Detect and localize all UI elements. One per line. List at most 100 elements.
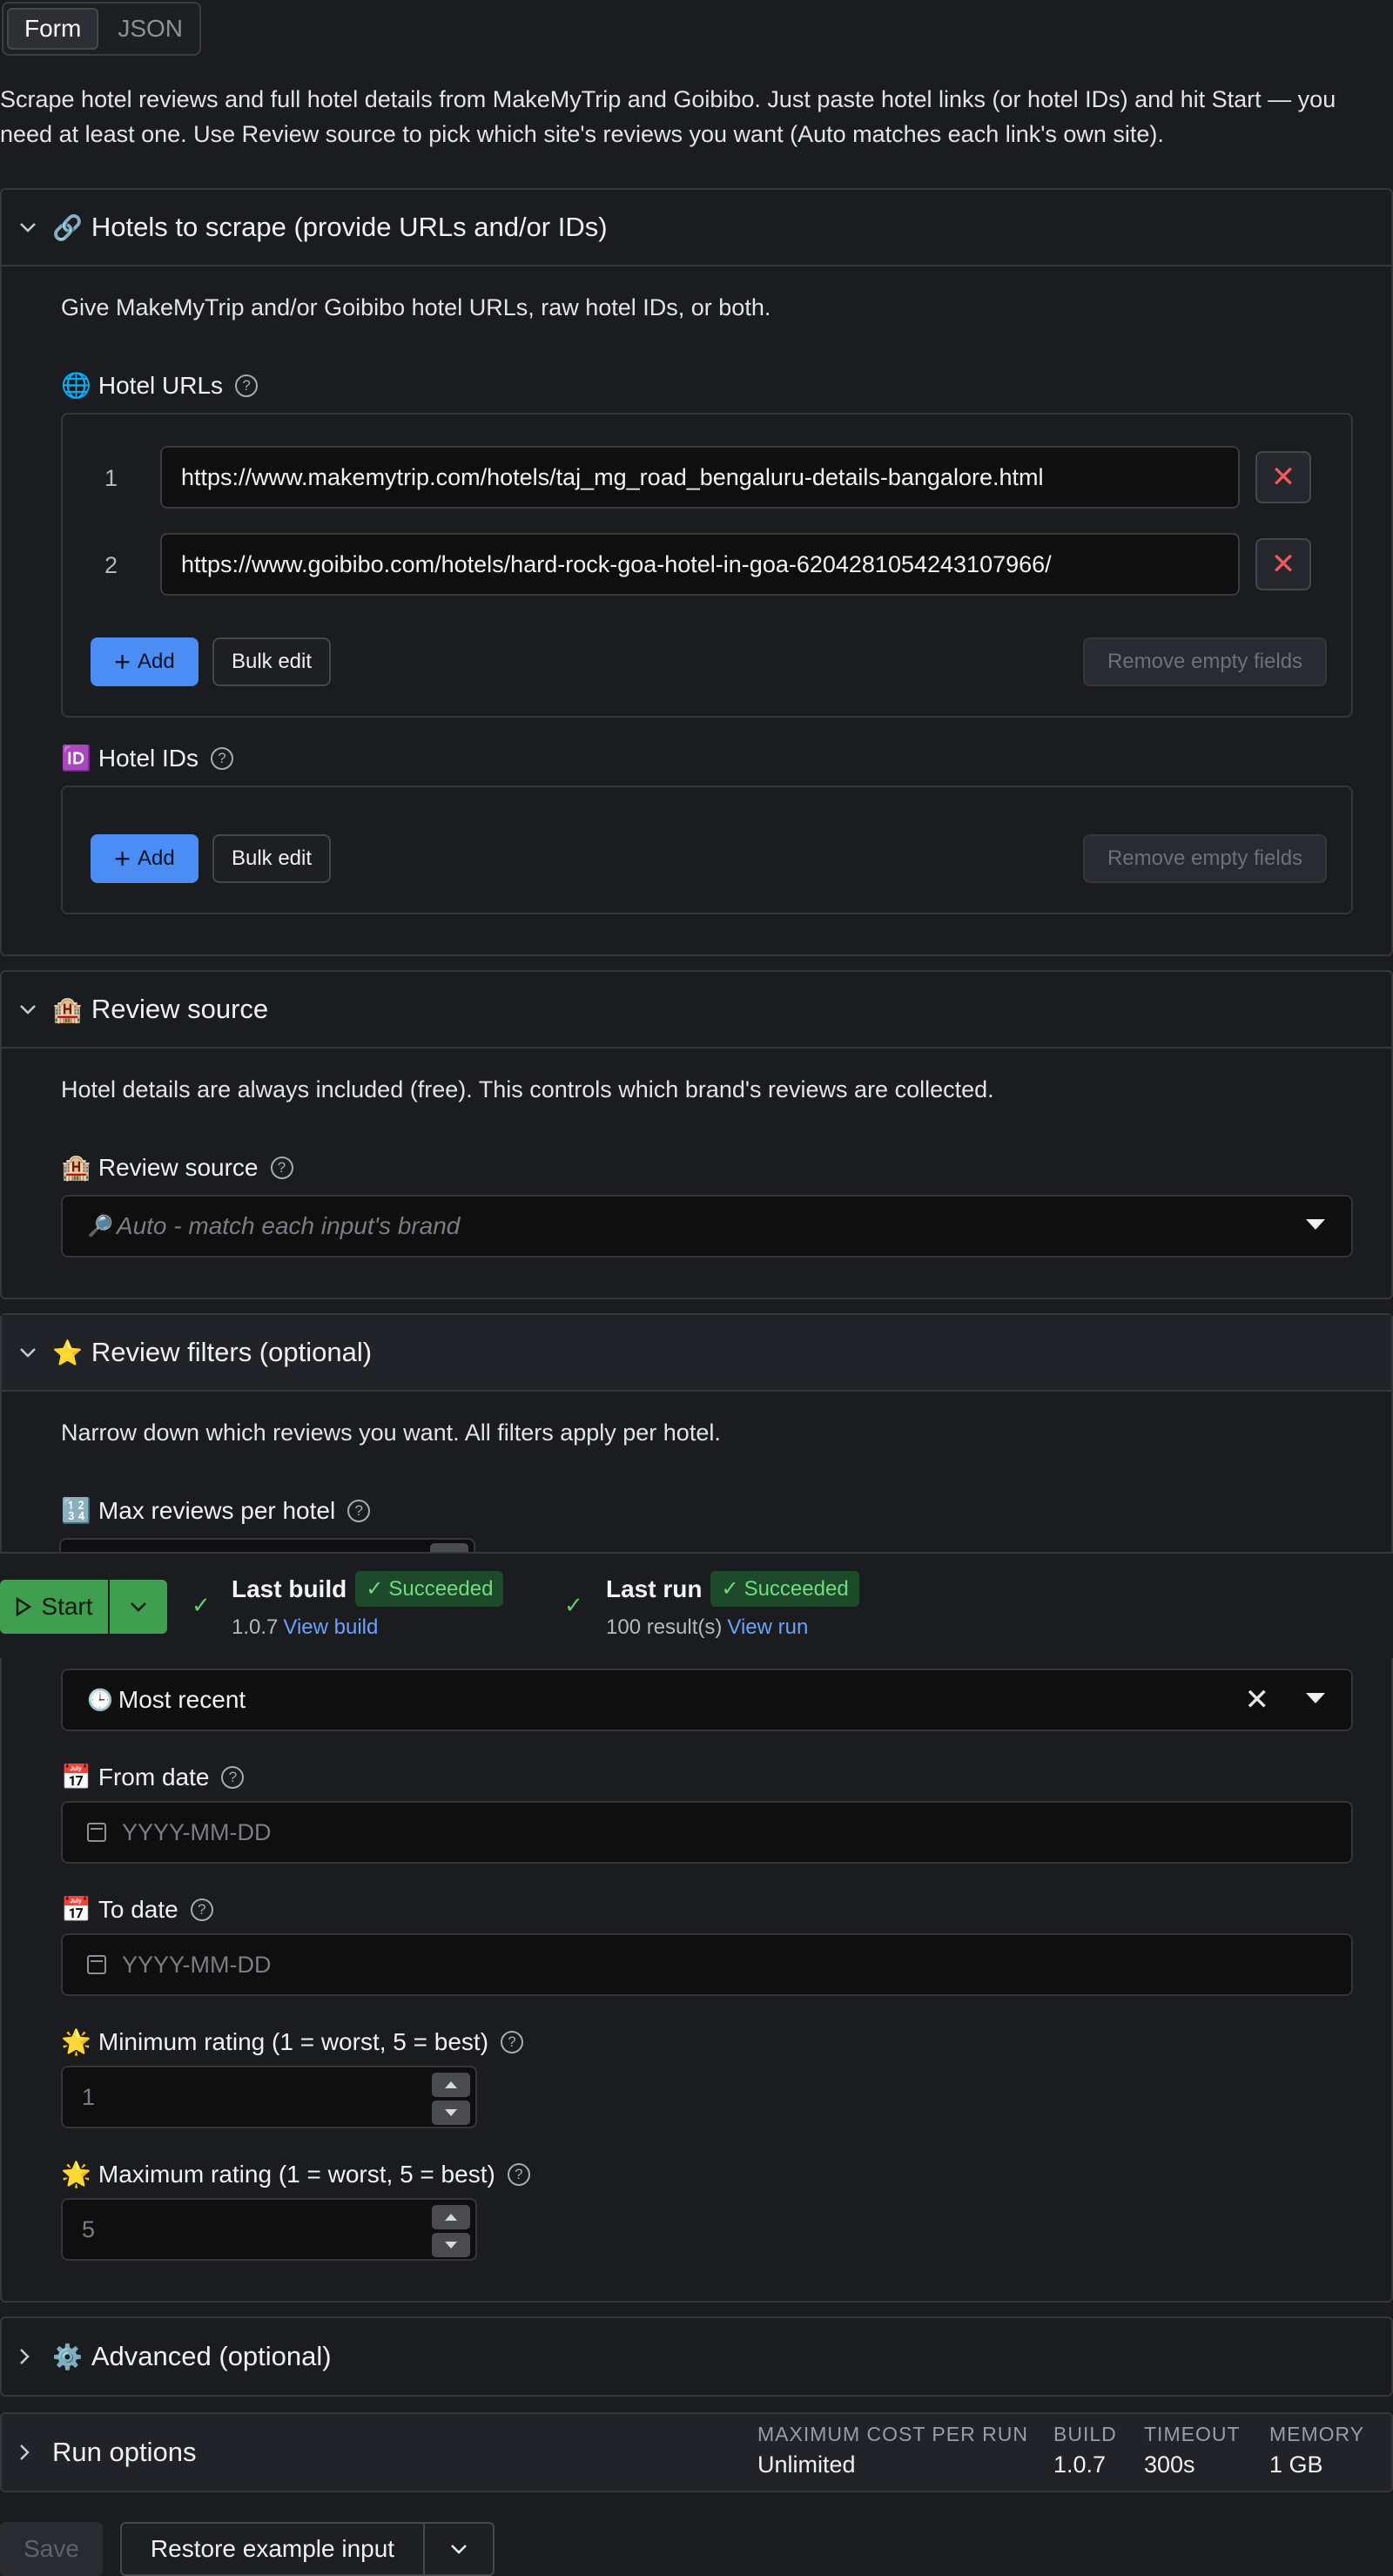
numbers-icon: 🔢 [61, 1497, 91, 1524]
star-icon: ⭐ [52, 1339, 83, 1366]
last-run-detail: 100 result(s) View run [606, 1615, 859, 1640]
sort-select[interactable]: 🕒 Most recent ✕ [61, 1669, 1353, 1731]
from-date-placeholder: YYYY-MM-DD [122, 1818, 272, 1845]
tab-json[interactable]: JSON [102, 8, 199, 50]
section-description: Narrow down which reviews you want. All … [61, 1419, 721, 1446]
gear-icon: ⚙️ [52, 2343, 83, 2370]
caret-up-icon [445, 2081, 457, 2088]
help-icon[interactable]: ? [347, 1499, 371, 1522]
section-review-filters-header[interactable]: ⭐ Review filters (optional) [2, 1315, 1391, 1392]
restore-example-button[interactable]: Restore example input [120, 2522, 425, 2576]
last-build-status: Last build ✓ Succeeded 1.0.7 View build [232, 1571, 504, 1640]
clear-icon[interactable]: ✕ [1245, 1682, 1270, 1717]
build-version: 1.0.7 [232, 1615, 279, 1639]
add-id-button-label: Add [137, 846, 175, 870]
row-index: 2 [104, 552, 118, 578]
add-id-button[interactable]: + Add [91, 834, 199, 883]
tab-form[interactable]: Form [7, 8, 99, 50]
add-url-button-label: Add [137, 650, 175, 673]
hotel-urls-label-text: Hotel URLs [98, 371, 224, 399]
row-index: 1 [104, 465, 118, 491]
meta-value: 300s [1144, 2451, 1195, 2478]
caret-down-icon [1306, 1219, 1325, 1230]
run-option-build: BUILD 1.0.7 [1053, 2423, 1117, 2478]
caret-down-icon [1306, 1693, 1325, 1703]
review-source-select[interactable]: 🔎 Auto - match each input's brand [61, 1195, 1353, 1258]
view-mode-tabs: Form JSON [2, 2, 201, 56]
close-icon: ✕ [1270, 461, 1296, 494]
bulk-edit-ids-button[interactable]: Bulk edit [212, 834, 331, 883]
meta-label: TIMEOUT [1144, 2423, 1241, 2445]
to-date-input[interactable]: YYYY-MM-DD [61, 1933, 1353, 1996]
play-icon [17, 1597, 32, 1616]
section-run-options: Run options MAXIMUM COST PER RUN Unlimit… [0, 2412, 1393, 2492]
add-url-button[interactable]: + Add [91, 637, 199, 686]
globe-icon: 🌐 [61, 372, 91, 399]
section-review-source-header[interactable]: 🏨 Review source [2, 972, 1391, 1049]
run-results-count: 100 result(s) [606, 1615, 723, 1639]
help-icon[interactable]: ? [221, 1765, 245, 1789]
run-option-cost: MAXIMUM COST PER RUN Unlimited [757, 2423, 1028, 2478]
help-icon[interactable]: ? [507, 2162, 530, 2186]
decrement-button[interactable] [432, 2233, 470, 2257]
chevron-down-icon [19, 1004, 40, 1015]
run-option-memory: MEMORY 1 GB [1269, 2423, 1364, 2478]
run-option-timeout: TIMEOUT 300s [1144, 2423, 1241, 2478]
last-run-title-text: Last run [606, 1575, 703, 1602]
start-options-button[interactable] [110, 1580, 167, 1634]
remove-empty-ids-button[interactable]: Remove empty fields [1083, 834, 1327, 883]
remove-url-button[interactable]: ✕ [1255, 538, 1311, 590]
calendar-icon [87, 1955, 106, 1974]
help-icon[interactable]: ? [270, 1156, 293, 1179]
max-rating-placeholder: 5 [82, 2215, 96, 2242]
check-icon: ✓ [564, 1592, 583, 1618]
last-run-title: Last run ✓ Succeeded [606, 1571, 859, 1607]
search-icon: 🔎 [87, 1214, 113, 1238]
meta-label: BUILD [1053, 2423, 1117, 2445]
section-title-text: Advanced (optional) [91, 2341, 332, 2371]
from-date-label-text: From date [98, 1763, 210, 1790]
restore-example-label: Restore example input [150, 2535, 395, 2562]
max-rating-label: 🌟 Maximum rating (1 = worst, 5 = best) ? [61, 2160, 530, 2188]
help-icon[interactable]: ? [235, 374, 259, 397]
hotel-icon: 🏨 [52, 995, 83, 1023]
section-title-text: Hotels to scrape (provide URLs and/or ID… [91, 212, 608, 242]
meta-value: 1 GB [1269, 2451, 1323, 2478]
restore-options-button[interactable] [423, 2522, 495, 2576]
hotel-icon: 🏨 [61, 1154, 91, 1181]
hotel-url-input[interactable]: https://www.goibibo.com/hotels/hard-rock… [160, 533, 1240, 596]
help-icon[interactable]: ? [211, 746, 234, 770]
decrement-button[interactable] [432, 2101, 470, 2125]
section-description: Give MakeMyTrip and/or Goibibo hotel URL… [61, 294, 771, 320]
from-date-input[interactable]: YYYY-MM-DD [61, 1801, 1353, 1864]
min-rating-label: 🌟 Minimum rating (1 = worst, 5 = best) ? [61, 2027, 524, 2056]
view-run-link[interactable]: View run [727, 1615, 808, 1639]
to-date-label-text: To date [98, 1895, 178, 1923]
increment-button[interactable] [432, 2073, 470, 2097]
help-icon[interactable]: ? [190, 1898, 213, 1921]
section-title: ⭐ Review filters (optional) [52, 1337, 372, 1368]
view-build-link[interactable]: View build [283, 1615, 378, 1639]
section-hotels-header[interactable]: 🔗 Hotels to scrape (provide URLs and/or … [2, 190, 1391, 266]
start-button[interactable]: Start [0, 1580, 108, 1634]
help-icon[interactable]: ? [501, 2030, 524, 2053]
bulk-edit-urls-button[interactable]: Bulk edit [212, 637, 331, 686]
hotel-ids-label: 🆔 Hotel IDs ? [61, 744, 234, 772]
increment-button[interactable] [432, 2205, 470, 2229]
section-hotels: 🔗 Hotels to scrape (provide URLs and/or … [0, 188, 1393, 956]
save-button[interactable]: Save [0, 2522, 103, 2576]
max-rating-label-text: Maximum rating (1 = worst, 5 = best) [98, 2160, 495, 2188]
run-toolbar: Start ✓ Last build ✓ Succeeded 1.0.7 View … [0, 1552, 1393, 1658]
min-rating-input[interactable]: 1 [61, 2066, 477, 2128]
check-icon: ✓ [721, 1577, 739, 1601]
section-review-filters: ⭐ Review filters (optional) Narrow down … [0, 1313, 1393, 2303]
remove-url-button[interactable]: ✕ [1255, 451, 1311, 503]
section-title-text: Review source [91, 994, 269, 1024]
hotel-url-input[interactable]: https://www.makemytrip.com/hotels/taj_mg… [160, 446, 1240, 509]
max-rating-input[interactable]: 5 [61, 2198, 477, 2261]
list-item: 1 https://www.makemytrip.com/hotels/taj_… [63, 446, 1351, 509]
section-advanced-header[interactable]: ⚙️ Advanced (optional) [2, 2318, 1391, 2395]
status-badge: ✓ Succeeded [355, 1571, 504, 1607]
remove-empty-urls-button[interactable]: Remove empty fields [1083, 637, 1327, 686]
calendar-icon: 📅 [61, 1763, 91, 1790]
